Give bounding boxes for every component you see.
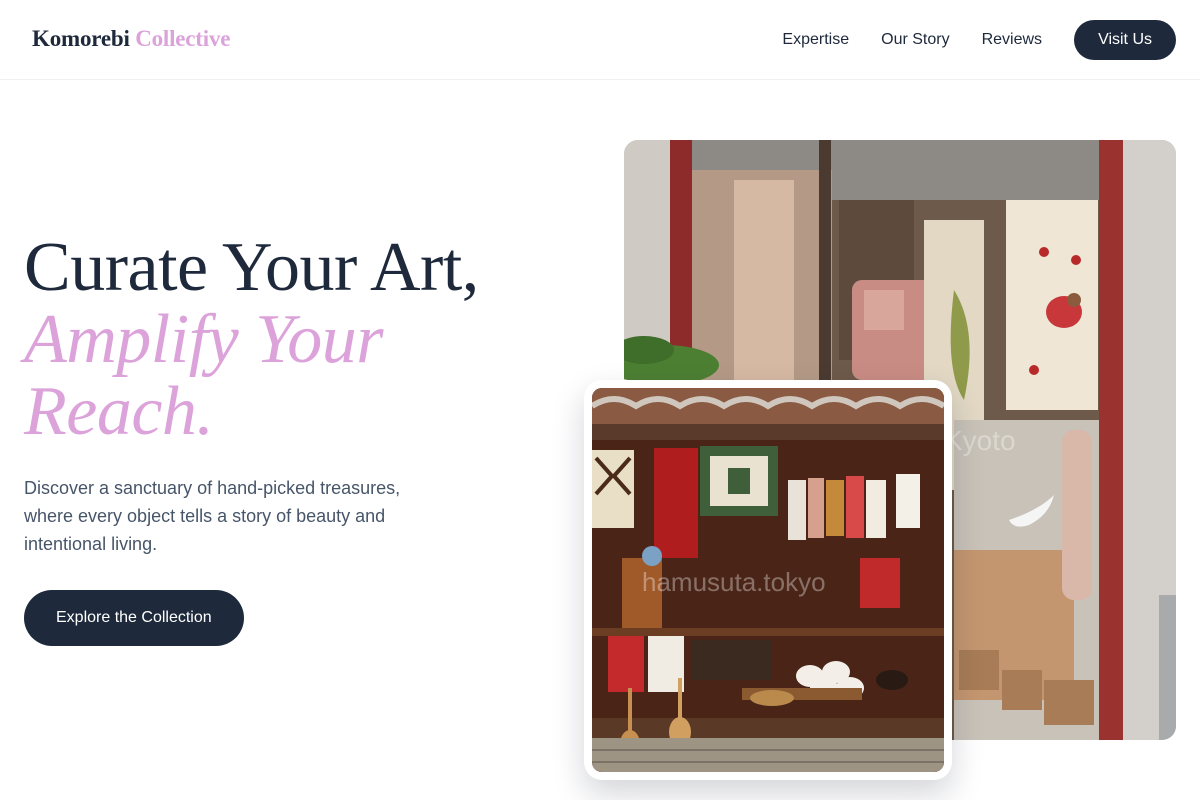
nav-link-reviews[interactable]: Reviews	[982, 31, 1042, 49]
nav-link-expertise[interactable]: Expertise	[782, 31, 849, 49]
visit-us-button[interactable]: Visit Us	[1074, 20, 1176, 60]
main-nav: Expertise Our Story Reviews Visit Us	[782, 20, 1176, 60]
hero-title: Curate Your Art, Amplify Your Reach.	[24, 232, 479, 448]
hero-title-line1: Curate Your Art,	[24, 229, 479, 306]
market-stall-image: hamusuta.tokyo	[592, 388, 944, 772]
logo-accent-text: Collective	[135, 26, 231, 51]
market-watermark: hamusuta.tokyo	[642, 567, 826, 597]
brand-logo[interactable]: Komorebi Collective	[32, 26, 230, 52]
shop-window-watermark: Kyoto	[944, 425, 1016, 456]
explore-collection-button[interactable]: Explore the Collection	[24, 590, 244, 646]
hero-title-line3: Reach.	[24, 373, 214, 450]
nav-link-our-story[interactable]: Our Story	[881, 31, 949, 49]
market-stall-card: hamusuta.tokyo	[584, 380, 952, 780]
logo-main-text: Komorebi	[32, 26, 130, 51]
hero-description: Discover a sanctuary of hand-picked trea…	[24, 478, 401, 554]
site-header: Komorebi Collective Expertise Our Story …	[0, 0, 1200, 80]
hero-title-line2: Amplify Your	[24, 301, 383, 378]
